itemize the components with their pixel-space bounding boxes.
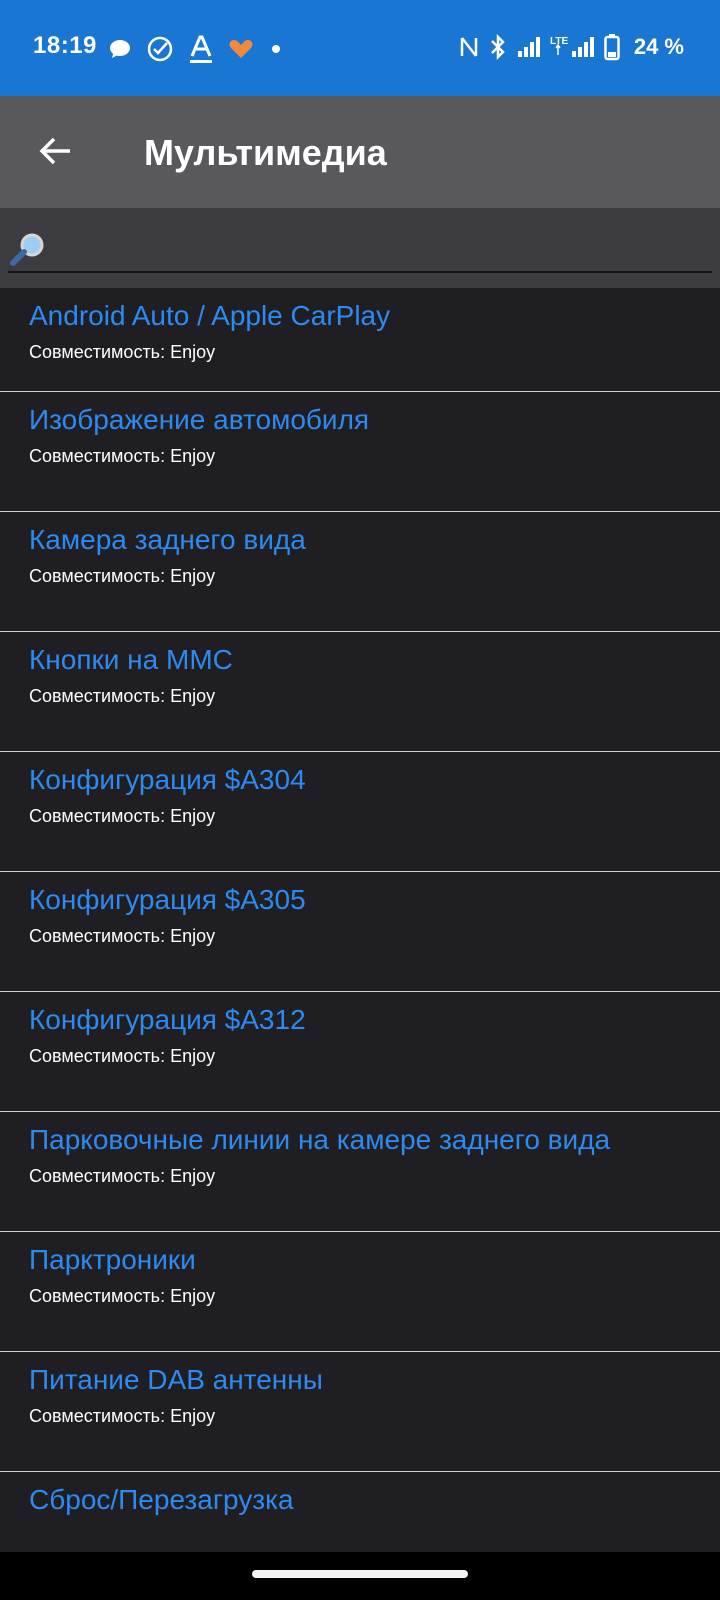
list-item-subtitle: Совместимость: Enjoy [29, 566, 216, 586]
check-circle-icon [147, 36, 173, 62]
list-item-subtitle: Совместимость: Enjoy [29, 446, 216, 466]
list-item-subtitle: Совместимость: Enjoy [29, 806, 216, 826]
magnifier-icon [10, 233, 44, 266]
list-item-subtitle: Совместимость: Enjoy [29, 1166, 216, 1186]
dot-icon [272, 45, 280, 53]
list-item-title: Конфигурация $A312 [29, 1004, 306, 1035]
list-item-title: Кнопки на ММС [29, 644, 233, 675]
status-bar: 18:19 LTE 24 % [0, 0, 720, 96]
back-button[interactable] [30, 126, 80, 176]
list-item-title: Конфигурация $A304 [29, 764, 306, 795]
lte-signal-icon: LTE [550, 36, 594, 57]
list-item-subtitle: Совместимость: Enjoy [29, 1046, 216, 1066]
list-item[interactable]: Камера заднего вида Совместимость: Enjoy [0, 512, 720, 632]
search-underline [8, 271, 712, 273]
text-a-icon [190, 35, 212, 63]
list-item[interactable]: Конфигурация $A305 Совместимость: Enjoy [0, 872, 720, 992]
list-item[interactable]: Парковочные линии на камере заднего вида… [0, 1112, 720, 1232]
battery-percent: 24 % [633, 34, 684, 59]
list-item[interactable]: Конфигурация $A312 Совместимость: Enjoy [0, 992, 720, 1112]
list-item-title: Сброс/Перезагрузка [29, 1484, 294, 1515]
list-item[interactable]: Android Auto / Apple CarPlay Совместимос… [0, 288, 720, 392]
nfc-icon [460, 37, 478, 57]
list-item-title: Android Auto / Apple CarPlay [29, 300, 391, 331]
signal-icon [517, 37, 540, 57]
list-item-title: Питание DAB антенны [29, 1364, 323, 1395]
page-title: Мультимедиа [144, 132, 387, 173]
list-item-subtitle: Совместимость: Enjoy [29, 926, 216, 946]
home-gesture-handle[interactable] [252, 1570, 468, 1578]
list-item[interactable]: Парктроники Совместимость: Enjoy [0, 1232, 720, 1352]
list-item-subtitle: Совместимость: Enjoy [29, 1406, 216, 1426]
list-item[interactable]: Конфигурация $A304 Совместимость: Enjoy [0, 752, 720, 872]
list-item-subtitle: Совместимость: Enjoy [29, 1286, 216, 1306]
svg-text:LTE: LTE [550, 36, 568, 47]
multimedia-list: Android Auto / Apple CarPlay Совместимос… [0, 288, 720, 1552]
notification-icons [108, 34, 284, 64]
bluetooth-icon [490, 34, 505, 60]
list-item[interactable]: Кнопки на ММС Совместимость: Enjoy [0, 632, 720, 752]
navigation-bar [0, 1552, 720, 1600]
search-input[interactable] [52, 224, 696, 274]
list-item[interactable]: Питание DAB антенны Совместимость: Enjoy [0, 1352, 720, 1472]
list-item-title: Конфигурация $A305 [29, 884, 306, 915]
list-item[interactable]: Сброс/Перезагрузка [0, 1472, 720, 1552]
list-item-title: Изображение автомобиля [29, 404, 370, 435]
list-item-title: Камера заднего вида [29, 524, 306, 555]
list-item-title: Парковочные линии на камере заднего вида [29, 1124, 611, 1155]
message-icon [110, 40, 130, 58]
battery-icon [604, 34, 620, 61]
status-time: 18:19 [33, 32, 97, 59]
system-icons: LTE 24 % [458, 32, 684, 62]
arrow-left-icon [39, 137, 70, 165]
list-item-subtitle: Совместимость: Enjoy [29, 686, 216, 706]
heart-app-icon [229, 40, 253, 58]
search-bar [0, 208, 720, 288]
list-item-subtitle: Совместимость: Enjoy [29, 342, 216, 362]
list-item[interactable]: Изображение автомобиля Совместимость: En… [0, 392, 720, 512]
app-bar: Мультимедиа [0, 96, 720, 208]
list-item-title: Парктроники [29, 1244, 196, 1275]
